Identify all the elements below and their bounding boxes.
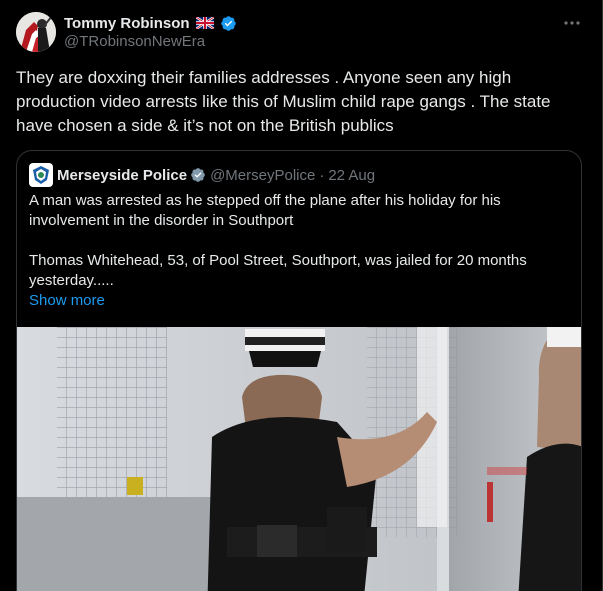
quoted-display-name[interactable]: Merseyside Police: [57, 167, 187, 184]
quoted-date[interactable]: 22 Aug: [328, 167, 375, 184]
video-still-image: [17, 327, 581, 591]
quoted-handle[interactable]: @MerseyPolice: [210, 167, 315, 184]
more-options-button[interactable]: [563, 14, 581, 32]
avatar-image: [16, 12, 56, 52]
quoted-media-image[interactable]: [17, 327, 581, 591]
quoted-separator: ·: [319, 166, 325, 184]
tweet-text: They are doxxing their families addresse…: [16, 68, 551, 135]
quoted-tweet[interactable]: Merseyside Police @MerseyPolice · 22 Aug…: [16, 150, 582, 591]
tweet: Tommy Robinson @TRobinsonNewEra They are…: [0, 0, 603, 591]
uk-flag-icon: [195, 17, 214, 29]
quoted-text: A man was arrested as he stepped off the…: [29, 191, 569, 291]
quoted-paragraph-1: A man was arrested as he stepped off the…: [29, 192, 501, 229]
author-display-name[interactable]: Tommy Robinson: [64, 15, 190, 32]
show-more-link[interactable]: Show more: [29, 291, 105, 311]
quoted-author-avatar[interactable]: [29, 163, 53, 187]
author-avatar[interactable]: [16, 12, 56, 52]
more-dots-icon: [564, 21, 580, 25]
author-name-row: Tommy Robinson: [64, 13, 237, 33]
author-handle[interactable]: @TRobinsonNewEra: [64, 33, 205, 50]
quoted-header: Merseyside Police @MerseyPolice · 22 Aug: [29, 163, 375, 187]
quoted-verified-badge-icon[interactable]: [190, 167, 206, 183]
verified-badge-icon[interactable]: [220, 15, 237, 32]
quoted-paragraph-2: Thomas Whitehead, 53, of Pool Street, So…: [29, 252, 527, 289]
police-crest-icon: [33, 166, 49, 184]
